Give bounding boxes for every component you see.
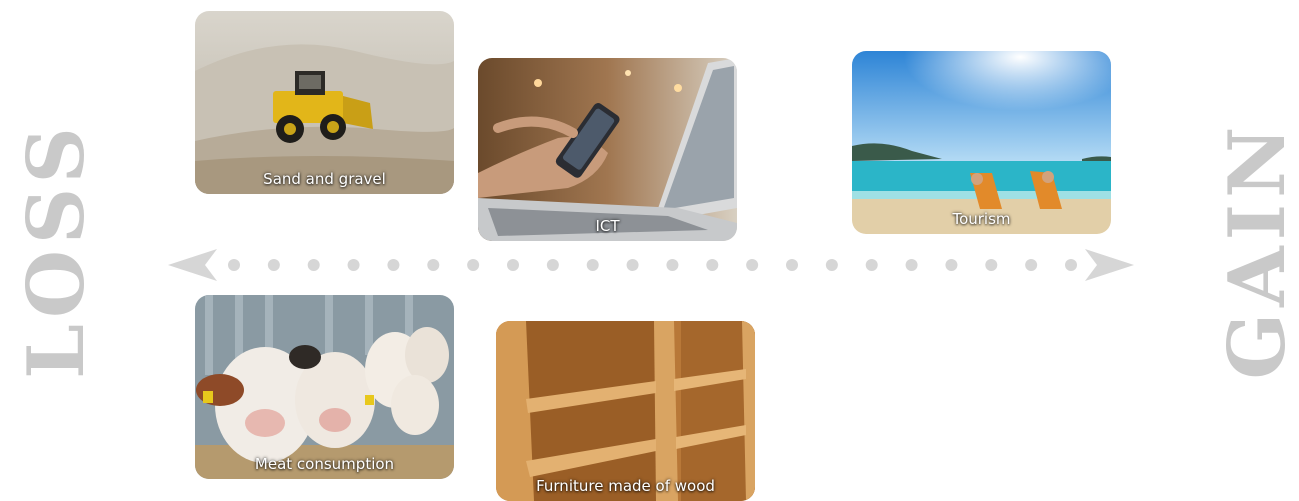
ict-image: [478, 58, 737, 241]
meat-consumption-caption: Meat consumption: [254, 455, 395, 473]
ict-caption: ICT: [595, 217, 620, 235]
axis-dot: [467, 259, 480, 271]
axis-dot: [347, 259, 360, 271]
card-sand-and-gravel: Sand and gravel: [195, 11, 454, 194]
axis-dot: [626, 259, 639, 271]
card-ict: ICT: [478, 58, 737, 241]
axis-dot: [228, 259, 240, 271]
axis-dot: [427, 259, 440, 271]
left-arrowhead-icon: [168, 249, 217, 281]
wooden-shelf-image: [496, 321, 755, 501]
card-furniture-made-of-wood: Furniture made of wood: [496, 321, 755, 501]
axis-dot: [945, 259, 958, 271]
axis-dot: [666, 259, 679, 271]
axis-dot: [307, 259, 320, 271]
axis-dot: [387, 259, 400, 271]
right-arrowhead-icon: [1085, 249, 1134, 281]
axis-dot: [586, 259, 599, 271]
axis-dot: [706, 259, 719, 271]
furniture-caption: Furniture made of wood: [536, 477, 715, 495]
axis-dot: [825, 259, 838, 271]
tourism-caption: Tourism: [952, 210, 1011, 228]
axis-dots: [228, 259, 1077, 271]
axis-dot: [1025, 259, 1038, 271]
card-meat-consumption: Meat consumption: [195, 295, 454, 479]
axis-dot: [905, 259, 918, 271]
sand-gravel-image: [195, 11, 454, 194]
axis-dot: [267, 259, 280, 271]
axis-dot: [507, 259, 519, 271]
card-tourism: Tourism: [852, 51, 1111, 234]
axis-dot: [546, 259, 559, 271]
axis-dot: [746, 259, 759, 271]
axis-dot: [786, 259, 798, 271]
axis-dot: [1065, 259, 1077, 271]
axis-dot: [985, 259, 998, 271]
sand-and-gravel-caption: Sand and gravel: [263, 170, 386, 188]
tourism-image: [852, 51, 1111, 234]
meat-consumption-image: [195, 295, 454, 479]
axis-dot: [865, 259, 878, 271]
